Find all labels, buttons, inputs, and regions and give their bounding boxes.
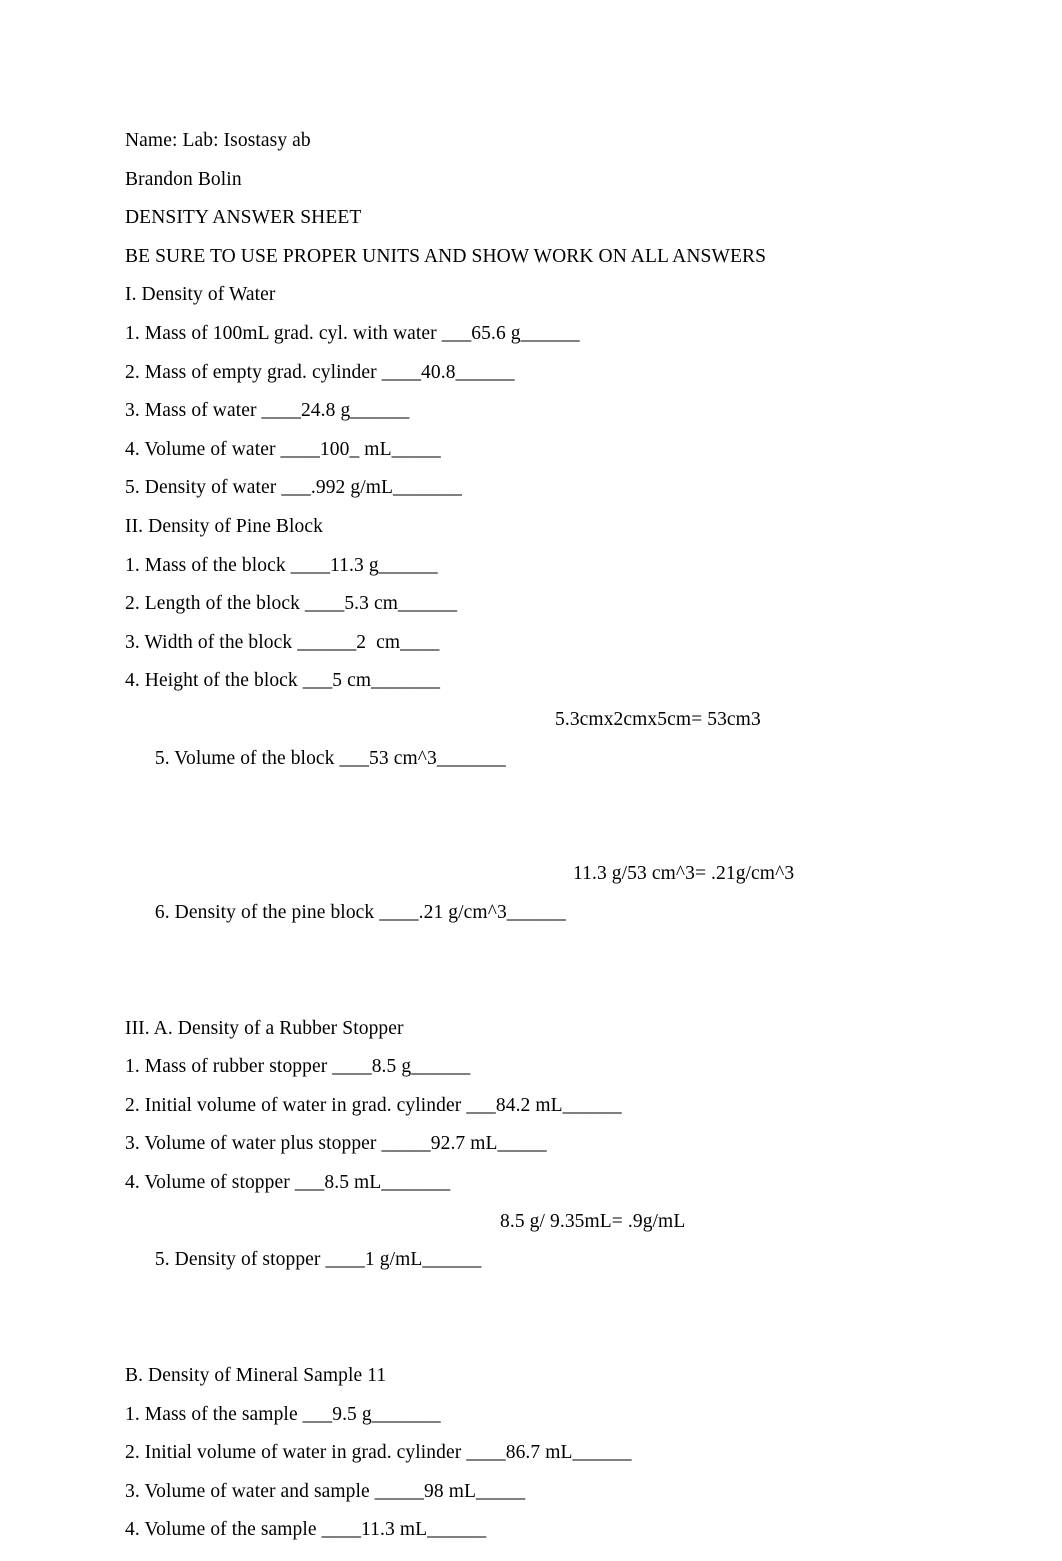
answer-line: 2. Length of the block ____5.3 cm______ xyxy=(125,593,458,615)
author-line: Brandon Bolin xyxy=(125,168,242,190)
answer-line: 2. Initial volume of water in grad. cyli… xyxy=(125,1094,622,1116)
answer-line: 1. Mass of rubber stopper ____8.5 g_____… xyxy=(125,1056,471,1078)
document-body: Name: Lab: Isostasy ab Brandon Bolin DEN… xyxy=(125,122,955,1561)
answer-line-with-work: 5. Density of the sample _____.84 g/mL__… xyxy=(125,1550,955,1561)
answer-line-with-work: 6. Density of the pine block ____.21 g/c… xyxy=(125,855,955,1009)
sheet-title: DENSITY ANSWER SHEET xyxy=(125,207,362,229)
section-heading-1: I. Density of Water xyxy=(125,284,276,306)
section-heading-2: II. Density of Pine Block xyxy=(125,515,324,537)
answer-line: 3. Volume of water plus stopper _____92.… xyxy=(125,1133,547,1155)
answer-line: 4. Height of the block ___5 cm_______ xyxy=(125,670,441,692)
answer-line-with-work: 5. Density of stopper ____1 g/mL______ 8… xyxy=(125,1203,955,1357)
answer-line: 4. Volume of the sample ____11.3 mL_____… xyxy=(125,1519,487,1541)
section-heading-3: III. A. Density of a Rubber Stopper xyxy=(125,1017,404,1039)
answer-line: 1. Mass of 100mL grad. cyl. with water _… xyxy=(125,322,580,344)
answer-line: 1. Mass of the sample ___9.5 g_______ xyxy=(125,1403,441,1425)
answer-line: 4. Volume of water ____100_ mL_____ xyxy=(125,438,441,460)
answer-line: 2. Initial volume of water in grad. cyli… xyxy=(125,1442,632,1464)
answer-line: 3. Width of the block ______2 cm____ xyxy=(125,631,440,653)
work-shown: 9.5 g/11.3 mL= .84 g/mL xyxy=(565,1550,764,1561)
answer-line: 3. Mass of water ____24.8 g______ xyxy=(125,400,410,422)
work-shown: 11.3 g/53 cm^3= .21g/cm^3 xyxy=(573,863,795,885)
document-page: Name: Lab: Isostasy ab Brandon Bolin DEN… xyxy=(0,0,1062,1561)
name-line: Name: Lab: Isostasy ab xyxy=(125,130,311,151)
answer-text: 6. Density of the pine block ____.21 g/c… xyxy=(154,901,566,923)
answer-line-with-work: 5. Volume of the block ___53 cm^3_______… xyxy=(125,701,955,855)
answer-line: 1. Mass of the block ____11.3 g______ xyxy=(125,554,438,576)
answer-text: 5. Density of stopper ____1 g/mL______ xyxy=(154,1249,482,1271)
answer-line: 4. Volume of stopper ___8.5 mL_______ xyxy=(125,1172,451,1194)
answer-text: 5. Volume of the block ___53 cm^3_______ xyxy=(154,747,506,769)
instruction-line: BE SURE TO USE PROPER UNITS AND SHOW WOR… xyxy=(125,245,767,267)
answer-line: 2. Mass of empty grad. cylinder ____40.8… xyxy=(125,361,515,383)
answer-line: 3. Volume of water and sample _____98 mL… xyxy=(125,1480,526,1502)
work-shown: 5.3cmx2cmx5cm= 53cm3 xyxy=(555,708,761,730)
work-shown: 8.5 g/ 9.35mL= .9g/mL xyxy=(500,1210,686,1232)
section-heading-4: B. Density of Mineral Sample 11 xyxy=(125,1365,387,1386)
answer-line: 5. Density of water ___.992 g/mL_______ xyxy=(125,477,462,499)
